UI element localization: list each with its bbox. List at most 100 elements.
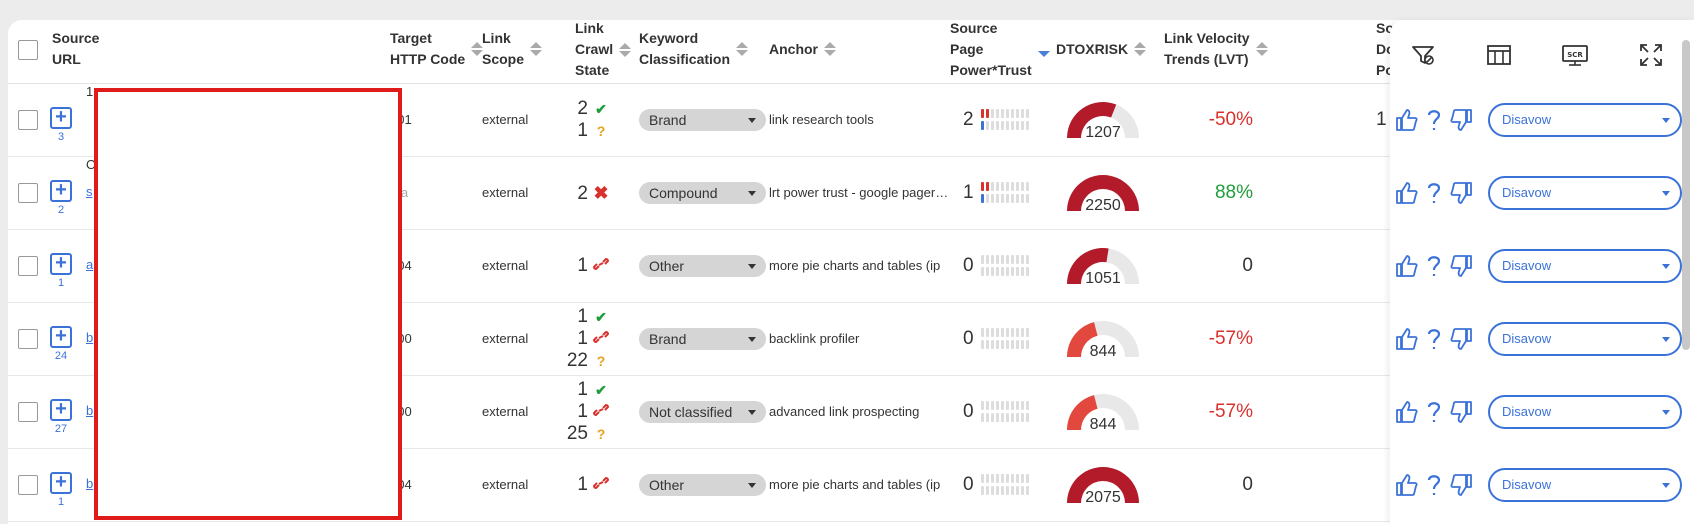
link-scope: external	[482, 477, 529, 492]
keyword-class-select[interactable]: Brand	[639, 109, 766, 131]
columns-icon[interactable]	[1484, 40, 1514, 70]
row-checkbox[interactable]	[18, 402, 38, 422]
disavow-select[interactable]: Disavow	[1488, 322, 1682, 356]
disavow-select[interactable]: Disavow	[1488, 249, 1682, 283]
thumbs-down-icon[interactable]	[1448, 180, 1474, 206]
row-action-group: Disavow	[1390, 322, 1694, 356]
thumbs-down-icon[interactable]	[1448, 399, 1474, 425]
lvt-value: 0	[1242, 474, 1253, 495]
expand-count: 1	[57, 496, 65, 508]
thumbs-up-icon[interactable]	[1394, 107, 1420, 133]
keyword-class-select[interactable]: Not classified	[639, 401, 766, 423]
source-url-link[interactable]: b	[86, 403, 93, 418]
source-url-link[interactable]: b	[86, 476, 93, 491]
crawl-state-line: 1	[577, 328, 610, 350]
thumbs-down-icon[interactable]	[1448, 326, 1474, 352]
thumbs-up-icon[interactable]	[1394, 399, 1420, 425]
filter-icon[interactable]	[1408, 40, 1438, 70]
disavow-select[interactable]: Disavow	[1488, 103, 1682, 137]
source-url-link[interactable]: b	[86, 330, 93, 345]
vertical-scrollbar[interactable]	[1682, 40, 1690, 350]
sort-desc-active-icon[interactable]	[1037, 43, 1050, 57]
col-lvt[interactable]: Link Velocity Trends (LVT)	[1164, 28, 1268, 70]
expand-row-button[interactable]: +	[50, 326, 72, 348]
fullscreen-icon[interactable]	[1636, 40, 1666, 70]
thumbs-up-icon[interactable]	[1394, 253, 1420, 279]
power-trust-bars	[981, 255, 1029, 276]
col-link-crawl[interactable]: Link Crawl State	[575, 20, 632, 81]
sort-icon[interactable]	[736, 42, 749, 56]
disavow-select[interactable]: Disavow	[1488, 176, 1682, 210]
row-action-group: Disavow	[1390, 395, 1694, 429]
keyword-class-select[interactable]: Compound	[639, 182, 766, 204]
sort-icon[interactable]	[1134, 42, 1147, 56]
question-icon[interactable]	[1424, 399, 1444, 425]
disavow-select[interactable]: Disavow	[1488, 395, 1682, 429]
crawl-count: 1	[577, 474, 588, 495]
question-icon[interactable]	[1424, 253, 1444, 279]
col-source-url[interactable]: Source URL	[52, 28, 99, 70]
anchor-text: backlink profiler	[769, 331, 860, 346]
col-source-url-l2: URL	[52, 51, 81, 67]
lvt-value: 0	[1242, 255, 1253, 276]
crawl-state-line: 1	[577, 474, 610, 496]
expand-row-button[interactable]: +	[50, 399, 72, 421]
select-all-checkbox[interactable]	[18, 40, 38, 60]
thumbs-up-icon[interactable]	[1394, 180, 1420, 206]
row-checkbox[interactable]	[18, 256, 38, 276]
question-icon[interactable]	[1424, 180, 1444, 206]
sort-icon[interactable]	[824, 42, 836, 56]
crawl-state: 2 ✔ 1?	[570, 98, 610, 142]
col-keyword-class[interactable]: Keyword Classification	[639, 28, 749, 70]
disavow-select[interactable]: Disavow	[1488, 468, 1682, 502]
crawl-state: 2 ✖	[570, 182, 610, 205]
link-audit-page: Source URL Target HTTP Code Link Scope Link…	[0, 0, 1694, 524]
crawl-question-icon: ?	[596, 123, 606, 139]
col-link-scope[interactable]: Link Scope	[482, 28, 543, 70]
sort-icon[interactable]	[619, 42, 632, 57]
expand-row-button[interactable]: +	[50, 107, 72, 129]
crawl-count: 2	[577, 98, 588, 119]
col-dtoxrisk[interactable]: DTOXRISK	[1056, 28, 1147, 70]
power-trust-value: 0	[963, 255, 974, 276]
row-checkbox[interactable]	[18, 475, 38, 495]
row-checkbox[interactable]	[18, 183, 38, 203]
question-icon[interactable]	[1424, 326, 1444, 352]
link-scope: external	[482, 258, 529, 273]
thumbs-up-icon[interactable]	[1394, 326, 1420, 352]
dtoxrisk-gauge: 1051	[1063, 242, 1143, 287]
col-link-crawl-l1: Link	[575, 20, 604, 36]
power-trust-value: 0	[963, 474, 974, 495]
question-icon[interactable]	[1424, 107, 1444, 133]
crawl-link-icon	[588, 328, 610, 350]
power-trust-value: 0	[963, 328, 974, 349]
keyword-class-select[interactable]: Other	[639, 255, 766, 277]
row-checkbox[interactable]	[18, 329, 38, 349]
thumbs-up-icon[interactable]	[1394, 472, 1420, 498]
rating-icons	[1394, 253, 1474, 279]
keyword-class-select[interactable]: Other	[639, 474, 766, 496]
col-source-power[interactable]: Source Page Power*Trust	[950, 20, 1050, 81]
crawl-state-line: 2 ✖	[577, 182, 610, 205]
anchor-text: more pie charts and tables (ip	[769, 477, 941, 492]
screenshot-icon[interactable]: SCR	[1560, 40, 1590, 70]
question-icon[interactable]	[1424, 472, 1444, 498]
col-link-crawl-l2: Crawl	[575, 41, 614, 57]
row-checkbox[interactable]	[18, 110, 38, 130]
source-url-link[interactable]: a	[86, 257, 93, 272]
expand-row-button[interactable]: +	[50, 253, 72, 275]
source-url-link[interactable]: s	[86, 184, 93, 199]
sort-icon[interactable]	[1255, 42, 1268, 56]
rating-icons	[1394, 399, 1474, 425]
thumbs-down-icon[interactable]	[1448, 253, 1474, 279]
col-anchor[interactable]: Anchor	[769, 28, 836, 70]
col-target-http[interactable]: Target HTTP Code	[390, 28, 484, 70]
sort-icon[interactable]	[530, 42, 543, 56]
expand-row-button[interactable]: +	[50, 472, 72, 494]
expand-row-button[interactable]: +	[50, 180, 72, 202]
thumbs-down-icon[interactable]	[1448, 107, 1474, 133]
dtoxrisk-gauge: 844	[1063, 315, 1143, 360]
keyword-class-select[interactable]: Brand	[639, 328, 766, 350]
thumbs-down-icon[interactable]	[1448, 472, 1474, 498]
power-trust-value: 2	[963, 109, 974, 130]
